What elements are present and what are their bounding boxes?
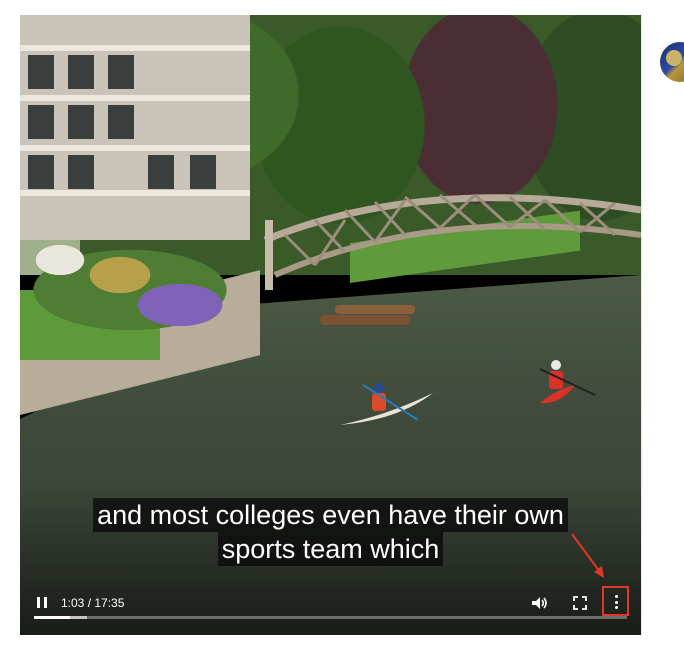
building xyxy=(20,15,250,240)
progress-bar[interactable] xyxy=(34,616,627,619)
pause-button[interactable] xyxy=(34,595,50,611)
progress-played xyxy=(34,616,70,619)
kayaker-white xyxy=(340,383,433,425)
more-options-button[interactable] xyxy=(602,586,629,616)
moored-punts xyxy=(320,305,415,325)
side-panel xyxy=(641,14,684,636)
caption-line-1: and most colleges even have their own xyxy=(93,498,568,532)
flower-garden xyxy=(20,230,260,330)
captions: and most colleges even have their own sp… xyxy=(20,498,641,566)
pause-icon xyxy=(37,597,40,608)
fullscreen-button[interactable] xyxy=(571,594,589,612)
volume-icon xyxy=(532,597,547,609)
kayaker-red xyxy=(539,360,596,404)
volume-button[interactable] xyxy=(530,594,548,612)
channel-avatar[interactable] xyxy=(660,42,684,82)
time-display: 1:03 / 17:35 xyxy=(61,596,125,610)
player-controls: 1:03 / 17:35 xyxy=(20,580,641,635)
fullscreen-icon xyxy=(573,596,587,610)
annotation-arrow xyxy=(571,533,604,578)
video-player[interactable]: and most colleges even have their own sp… xyxy=(20,15,641,635)
caption-line-2: sports team which xyxy=(217,532,444,566)
wooden-bridge xyxy=(263,193,641,290)
